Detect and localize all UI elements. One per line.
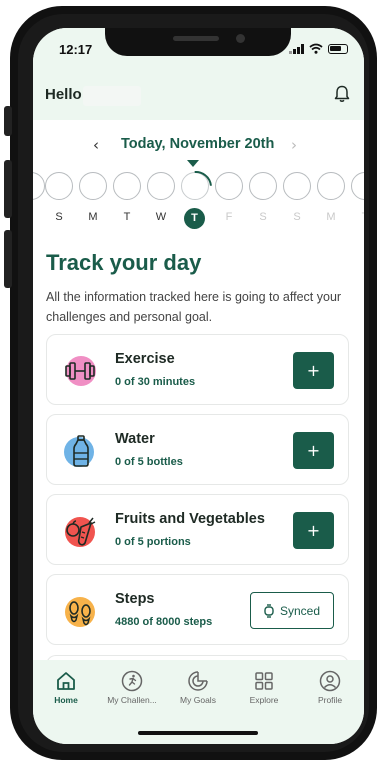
weekday-label: S bbox=[293, 211, 301, 223]
watch-icon bbox=[264, 603, 274, 618]
weekday-label-today[interactable]: T bbox=[184, 208, 205, 229]
side-button-volume-up bbox=[4, 160, 12, 218]
home-indicator[interactable] bbox=[138, 731, 258, 735]
speaker bbox=[173, 36, 219, 41]
nav-label: Profile bbox=[317, 695, 343, 705]
notch bbox=[105, 28, 291, 56]
tracker-progress: 0 of 30 minutes bbox=[115, 376, 196, 388]
tracker-name: Exercise bbox=[115, 351, 175, 367]
nav-label: My Challen... bbox=[107, 695, 157, 705]
day-ring-today[interactable] bbox=[181, 172, 209, 200]
tracker-card-exercise[interactable]: Exercise 0 of 30 minutes + bbox=[46, 334, 349, 405]
tracker-progress: 4880 of 8000 steps bbox=[115, 616, 213, 628]
tracker-card-water[interactable]: Water 0 of 5 bottles + bbox=[46, 414, 349, 485]
footsteps-icon bbox=[65, 597, 95, 627]
add-fruits-vegetables-button[interactable]: + bbox=[293, 512, 334, 549]
add-exercise-button[interactable]: + bbox=[293, 352, 334, 389]
next-day-button[interactable]: › bbox=[291, 136, 297, 154]
date-navigator: ‹ Today, November 20th › bbox=[33, 134, 364, 158]
day-ring[interactable] bbox=[147, 172, 175, 200]
water-bottle-icon bbox=[64, 435, 94, 467]
weekday-label[interactable]: M bbox=[82, 211, 104, 223]
weekday-label[interactable]: S bbox=[48, 211, 70, 223]
profile-icon bbox=[319, 670, 341, 692]
nav-profile[interactable]: Profile bbox=[297, 670, 363, 705]
section-title: Track your day bbox=[46, 250, 202, 275]
day-progress-rings bbox=[33, 172, 364, 202]
weekday-label[interactable]: W bbox=[150, 211, 172, 223]
day-ring[interactable] bbox=[283, 172, 311, 200]
weekday-label[interactable]: T bbox=[116, 211, 138, 223]
tracker-card-steps[interactable]: Steps 4880 of 8000 steps Synced bbox=[46, 574, 349, 645]
tracker-card-fruits-vegetables[interactable]: Fruits and Vegetables 0 of 5 portions + bbox=[46, 494, 349, 565]
grid-icon bbox=[255, 672, 273, 690]
nav-home[interactable]: Home bbox=[33, 670, 99, 705]
day-ring[interactable] bbox=[351, 172, 364, 200]
weekday-label: M bbox=[326, 211, 336, 223]
prev-day-button[interactable]: ‹ bbox=[93, 136, 99, 154]
nav-label: Home bbox=[54, 695, 78, 705]
weekday-label: T bbox=[354, 211, 364, 223]
running-icon bbox=[121, 670, 143, 692]
day-ring[interactable] bbox=[79, 172, 107, 200]
weekday-label: S bbox=[259, 211, 267, 223]
goals-icon bbox=[188, 671, 208, 691]
nav-my-goals[interactable]: My Goals bbox=[165, 670, 231, 705]
day-ring[interactable] bbox=[317, 172, 345, 200]
add-water-button[interactable]: + bbox=[293, 432, 334, 469]
tracker-name: Steps bbox=[115, 591, 155, 607]
bell-icon[interactable] bbox=[332, 84, 352, 104]
fruits-vegetables-icon bbox=[65, 517, 96, 547]
nav-my-challenges[interactable]: My Challen... bbox=[99, 670, 165, 705]
weekday-row: S M T W T F S S M T bbox=[33, 208, 364, 230]
nav-label: Explore bbox=[249, 695, 279, 705]
signal-icon bbox=[289, 43, 304, 54]
steps-synced-button[interactable]: Synced bbox=[250, 592, 334, 629]
day-ring[interactable] bbox=[249, 172, 277, 200]
greeting: Hello bbox=[45, 86, 82, 103]
nav-explore[interactable]: Explore bbox=[231, 670, 297, 705]
day-ring[interactable] bbox=[113, 172, 141, 200]
day-ring[interactable] bbox=[215, 172, 243, 200]
camera bbox=[236, 34, 245, 43]
tracker-name: Water bbox=[115, 431, 155, 447]
home-icon bbox=[57, 672, 75, 690]
section-description: All the information tracked here is goin… bbox=[46, 290, 342, 324]
nav-label: My Goals bbox=[180, 695, 216, 705]
side-button-mute bbox=[4, 106, 12, 136]
day-ring[interactable] bbox=[33, 172, 45, 200]
user-name-redacted bbox=[83, 86, 141, 106]
weekday-label: F bbox=[225, 211, 233, 223]
dumbbell-icon bbox=[65, 356, 96, 386]
battery-icon bbox=[328, 43, 348, 54]
status-icons bbox=[289, 43, 348, 54]
synced-label: Synced bbox=[279, 603, 321, 618]
current-date: Today, November 20th bbox=[121, 136, 275, 152]
today-pointer bbox=[187, 160, 199, 167]
wifi-icon bbox=[309, 43, 323, 54]
app-screen: 12:17 Hello ‹ Today, November 20th › S M… bbox=[33, 28, 364, 744]
tracker-name: Fruits and Vegetables bbox=[115, 511, 265, 527]
day-ring[interactable] bbox=[45, 172, 73, 200]
side-button-volume-down bbox=[4, 230, 12, 288]
tracker-progress: 0 of 5 portions bbox=[115, 536, 191, 548]
status-time: 12:17 bbox=[59, 42, 93, 57]
tracker-progress: 0 of 5 bottles bbox=[115, 456, 183, 468]
